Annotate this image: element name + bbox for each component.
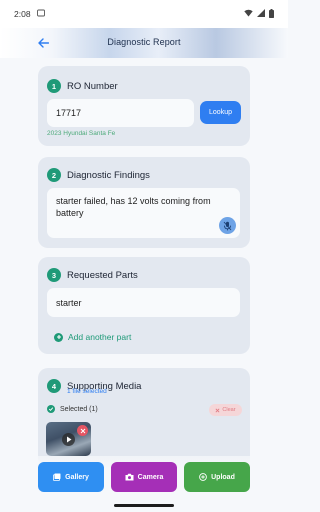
- clear-label: Clear: [222, 407, 236, 413]
- parts-header: 3 Requested Parts: [47, 268, 241, 282]
- app-header: Diagnostic Report: [0, 28, 288, 58]
- findings-text: starter failed, has 12 volts coming from…: [56, 196, 211, 218]
- ro-number-card: 1 RO Number 17717 Lookup 2023 Hyundai Sa…: [38, 66, 250, 146]
- wifi-icon: [244, 9, 253, 19]
- plus-icon: [54, 332, 63, 342]
- check-icon: [47, 405, 55, 413]
- selected-row: Selected (1): [47, 405, 98, 413]
- play-icon: [62, 433, 75, 446]
- gallery-label: Gallery: [65, 473, 89, 481]
- page-title: Diagnostic Report: [107, 37, 181, 47]
- requested-parts-card: 3 Requested Parts starter Add another pa…: [38, 257, 250, 354]
- mic-off-icon: [223, 221, 232, 230]
- media-thumbnail[interactable]: [46, 422, 91, 456]
- status-left: 2:08: [14, 9, 45, 19]
- mic-button[interactable]: [219, 217, 236, 234]
- selected-count: Selected (1): [60, 405, 98, 413]
- ro-number-header: 1 RO Number: [47, 79, 241, 93]
- camera-button[interactable]: Camera: [111, 462, 177, 492]
- vehicle-info: 2023 Hyundai Santa Fe: [47, 130, 116, 137]
- status-right: [244, 8, 274, 20]
- close-icon: [215, 408, 220, 412]
- section-title: Diagnostic Findings: [67, 169, 150, 181]
- remove-media-button[interactable]: [77, 425, 88, 436]
- status-bar: 2:08: [0, 0, 288, 28]
- gallery-button[interactable]: Gallery: [38, 462, 104, 492]
- step-badge: 1: [47, 79, 61, 93]
- add-part-label: Add another part: [68, 332, 132, 342]
- close-icon: [80, 428, 85, 433]
- upload-icon: [199, 473, 207, 481]
- section-title: RO Number: [67, 80, 118, 92]
- findings-header: 2 Diagnostic Findings: [47, 168, 241, 182]
- ro-number-input[interactable]: 17717: [47, 99, 194, 127]
- gallery-icon: [53, 473, 61, 481]
- signal-icon: [257, 9, 265, 19]
- upload-label: Upload: [211, 473, 235, 481]
- ro-number-value: 17717: [56, 108, 82, 118]
- part-input[interactable]: starter: [47, 288, 240, 317]
- camera-icon: [125, 473, 134, 481]
- battery-icon: [269, 8, 274, 20]
- notification-icon: [36, 9, 45, 19]
- step-badge: 4: [47, 379, 61, 393]
- findings-textarea[interactable]: starter failed, has 12 volts coming from…: [47, 188, 240, 238]
- add-part-button[interactable]: Add another part: [54, 332, 131, 342]
- upload-button[interactable]: Upload: [184, 462, 250, 492]
- camera-label: Camera: [137, 473, 164, 481]
- section-title: Requested Parts: [67, 269, 138, 281]
- clear-button[interactable]: Clear: [209, 404, 242, 416]
- supporting-media-card: 4 Supporting Media 1 file selected Selec…: [38, 368, 250, 468]
- home-indicator[interactable]: [114, 504, 174, 507]
- step-badge: 3: [47, 268, 61, 282]
- status-time: 2:08: [14, 9, 31, 19]
- part-value: starter: [56, 297, 82, 308]
- diagnostic-findings-card: 2 Diagnostic Findings starter failed, ha…: [38, 157, 250, 248]
- lookup-button[interactable]: Lookup: [200, 101, 241, 124]
- gesture-nav-bar: [0, 500, 288, 512]
- step-badge: 2: [47, 168, 61, 182]
- media-subtitle: 1 file selected: [67, 388, 107, 395]
